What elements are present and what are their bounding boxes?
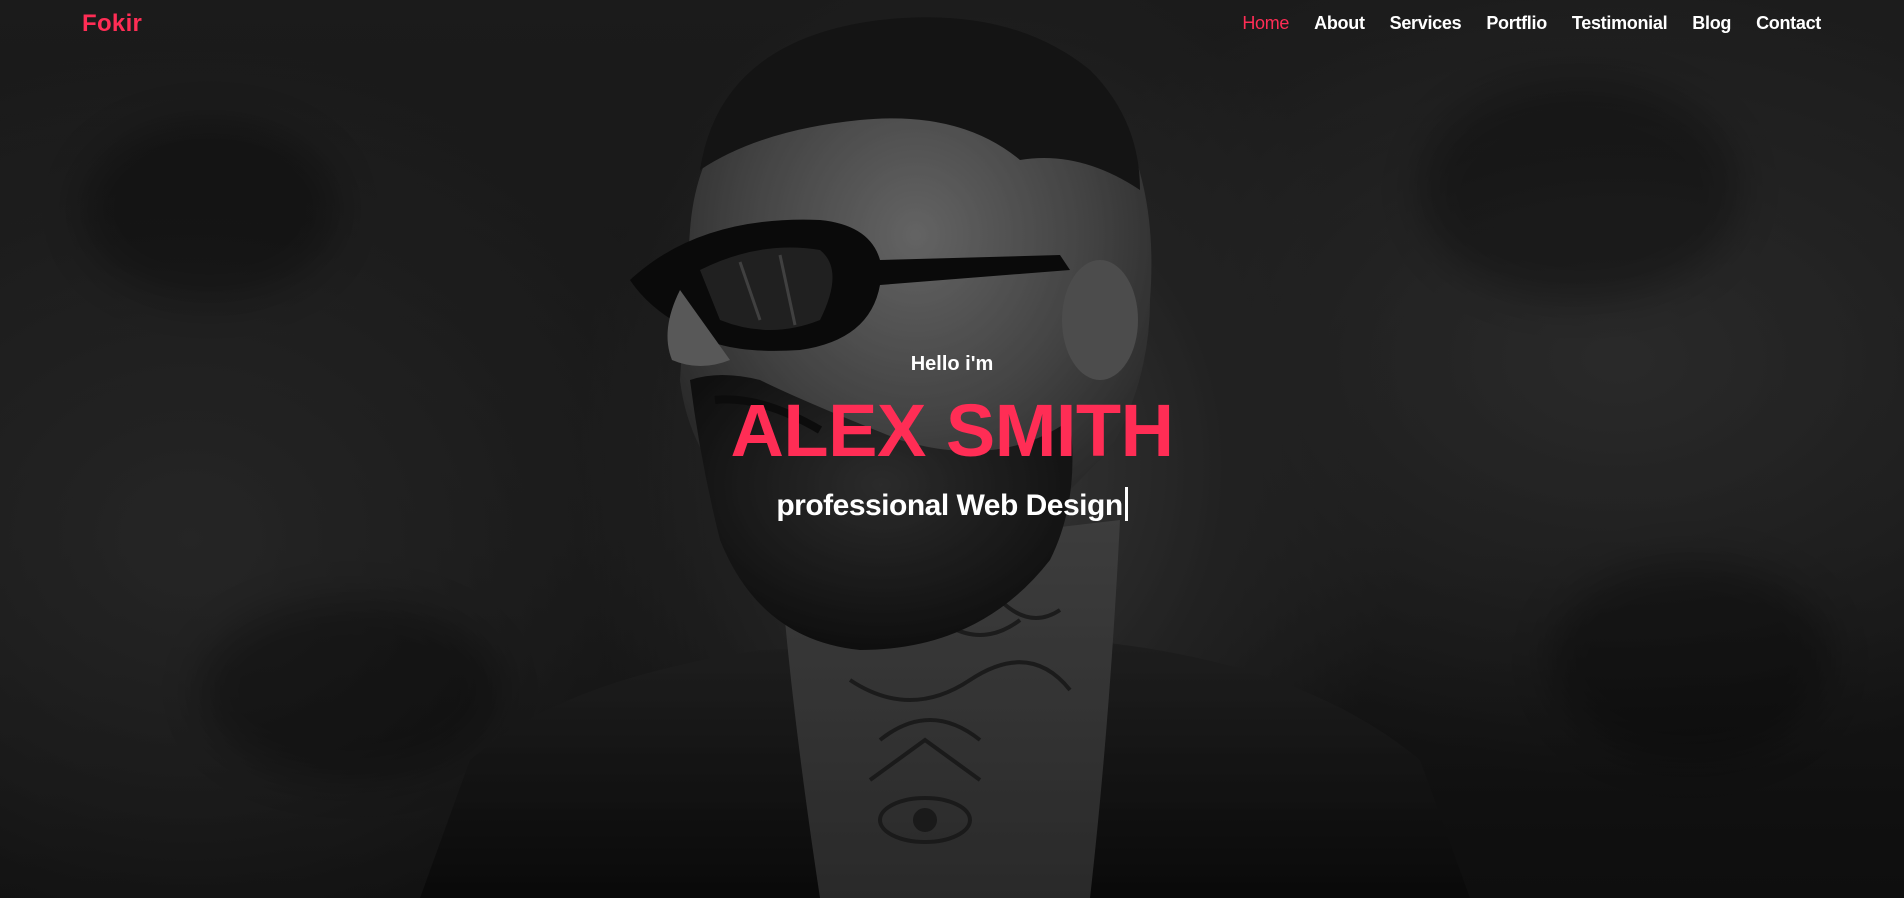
nav-link-about[interactable]: About: [1314, 13, 1365, 33]
nav-link-services[interactable]: Services: [1390, 13, 1462, 33]
nav-link-blog[interactable]: Blog: [1692, 13, 1731, 33]
site-logo[interactable]: Fokir: [82, 10, 142, 38]
nav-item-blog: Blog: [1692, 13, 1731, 34]
nav-item-testimonial: Testimonial: [1572, 13, 1668, 34]
hero-role-line: professional Web Design: [0, 486, 1904, 526]
navbar: Fokir Home About Services Portflio Testi…: [0, 0, 1904, 52]
nav-item-portfolio: Portflio: [1486, 13, 1547, 34]
hero-text: Hello i'm ALEX SMITH professional Web De…: [0, 348, 1904, 526]
nav-link-portfolio[interactable]: Portflio: [1486, 13, 1547, 33]
nav-menu: Home About Services Portflio Testimonial…: [1242, 13, 1821, 34]
hero-section: Fokir Home About Services Portflio Testi…: [0, 0, 1904, 898]
nav-link-home[interactable]: Home: [1242, 13, 1289, 33]
nav-item-home: Home: [1242, 13, 1289, 34]
nav-item-contact: Contact: [1756, 13, 1821, 34]
hero-name: ALEX SMITH: [730, 389, 1174, 472]
nav-link-testimonial[interactable]: Testimonial: [1572, 13, 1668, 33]
hero-role-text: professional Web Design: [776, 489, 1123, 522]
nav-item-services: Services: [1390, 13, 1462, 34]
nav-item-about: About: [1314, 13, 1365, 34]
nav-link-contact[interactable]: Contact: [1756, 13, 1821, 33]
typing-cursor: [1124, 487, 1128, 521]
hero-greeting: Hello i'm: [910, 353, 994, 375]
